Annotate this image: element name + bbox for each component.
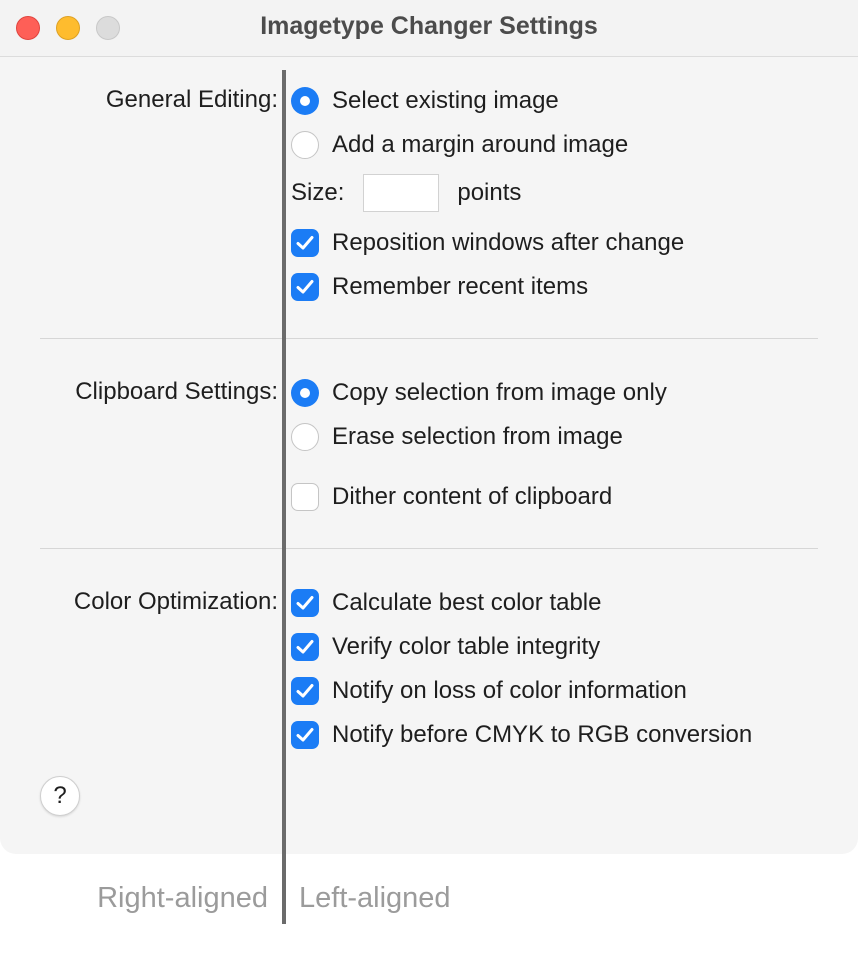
notify-cmyk-label: Notify before CMYK to RGB conversion: [332, 721, 753, 748]
verify-color-table-label: Verify color table integrity: [332, 633, 601, 660]
size-points-input[interactable]: [363, 174, 440, 212]
verify-color-table-checkbox[interactable]: Verify color table integrity: [291, 632, 600, 662]
best-color-table-checkbox[interactable]: Calculate best color table: [291, 588, 601, 618]
radio-unselected-icon[interactable]: [291, 423, 319, 451]
radio-selected-icon[interactable]: [291, 379, 319, 407]
erase-selection-option[interactable]: Erase selection from image: [291, 422, 623, 452]
help-button[interactable]: ?: [40, 776, 80, 816]
reposition-windows-checkbox[interactable]: Reposition windows after change: [291, 228, 684, 258]
section-divider: [40, 338, 818, 339]
window-title: Imagetype Changer Settings: [260, 12, 598, 40]
select-existing-image-label: Select existing image: [332, 87, 559, 114]
alignment-guide-line: [282, 70, 286, 924]
clipboard-settings-label: Clipboard Settings:: [75, 378, 278, 405]
notify-color-loss-checkbox[interactable]: Notify on loss of color information: [291, 676, 687, 706]
add-margin-option[interactable]: Add a margin around image: [291, 130, 628, 160]
checkbox-unchecked-icon[interactable]: [291, 483, 319, 511]
color-optimization-label: Color Optimization:: [73, 588, 278, 615]
notify-color-loss-label: Notify on loss of color information: [332, 677, 687, 704]
dither-clipboard-label: Dither content of clipboard: [332, 483, 613, 510]
left-aligned-caption: Left-aligned: [299, 882, 451, 914]
erase-selection-label: Erase selection from image: [332, 423, 623, 450]
right-aligned-caption: Right-aligned: [97, 882, 268, 914]
size-row: Size: points: [291, 174, 521, 212]
dither-clipboard-checkbox[interactable]: Dither content of clipboard: [291, 482, 612, 512]
remember-recent-label: Remember recent items: [332, 273, 589, 300]
section-divider: [40, 548, 818, 549]
radio-unselected-icon[interactable]: [291, 131, 319, 159]
checkbox-checked-icon[interactable]: [291, 273, 319, 301]
checkbox-checked-icon[interactable]: [291, 677, 319, 705]
remember-recent-checkbox[interactable]: Remember recent items: [291, 272, 588, 302]
checkbox-checked-icon[interactable]: [291, 633, 319, 661]
add-margin-label: Add a margin around image: [332, 131, 629, 158]
size-unit-label: points: [457, 179, 522, 206]
select-existing-image-option[interactable]: Select existing image: [291, 86, 559, 116]
title-bar: Imagetype Changer Settings: [0, 0, 858, 57]
size-label: Size:: [291, 179, 345, 206]
copy-selection-label: Copy selection from image only: [332, 379, 667, 406]
notify-cmyk-checkbox[interactable]: Notify before CMYK to RGB conversion: [291, 720, 752, 750]
settings-window: Imagetype Changer Settings General Editi…: [0, 0, 858, 854]
radio-selected-icon[interactable]: [291, 87, 319, 115]
copy-selection-option[interactable]: Copy selection from image only: [291, 378, 667, 408]
checkbox-checked-icon[interactable]: [291, 229, 319, 257]
checkbox-checked-icon[interactable]: [291, 721, 319, 749]
reposition-windows-label: Reposition windows after change: [332, 229, 685, 256]
checkbox-checked-icon[interactable]: [291, 589, 319, 617]
best-color-table-label: Calculate best color table: [332, 589, 602, 616]
general-editing-label: General Editing:: [105, 86, 278, 113]
